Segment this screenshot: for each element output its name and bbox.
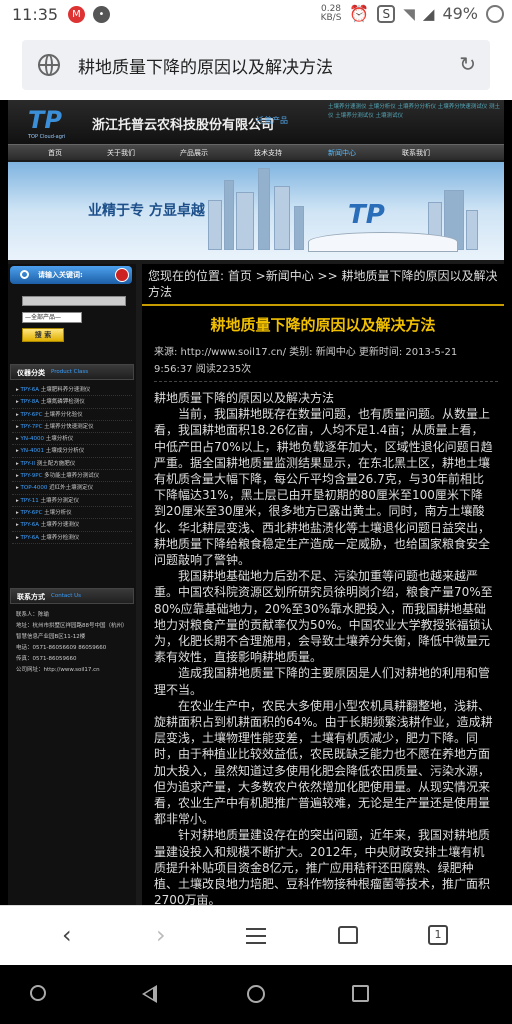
chat-icon: •	[93, 6, 110, 23]
header-keyword-links[interactable]: 土壤养分速测仪 土壤分析仪 土壤养分分析仪 土壤养分快速测试仪 测土仪 土壤养分…	[328, 103, 500, 121]
nav-contact[interactable]: 联系我们	[402, 148, 430, 158]
hero-banner: TP 业精于专 方显卓越	[8, 162, 504, 260]
contact-header: 联系方式 Contact Us	[10, 588, 134, 604]
home-icon[interactable]	[338, 926, 358, 944]
list-item[interactable]: ▸ TPY-6A 土壤养分检测仪	[12, 532, 132, 544]
system-home-icon[interactable]	[247, 985, 265, 1003]
battery-icon	[486, 4, 504, 23]
status-time: 11:35	[12, 5, 59, 24]
paragraph: 在农业生产中，农民大多使用小型农机具耕翻整地，浅耕、旋耕面积占到机耕面积的64%…	[154, 698, 493, 827]
web-viewport[interactable]: TP TOP Cloud-agri 浙江托普云农科技股份有限公司 托普产品 土壤…	[0, 100, 512, 905]
company-name: 浙江托普云农科技股份有限公司	[92, 118, 275, 133]
signal-icon: ◢	[422, 4, 435, 23]
list-item[interactable]: ▸ TPY-8A 土壤氮磷钾检测仪	[12, 396, 132, 409]
list-item[interactable]: ▸ TPY-II 测土配方施肥仪	[12, 458, 132, 471]
menu-icon[interactable]	[246, 928, 266, 949]
article-title: 耕地质量下降的原因以及解决方法	[210, 316, 436, 334]
battery-level: 49%	[442, 4, 478, 23]
banner-slogan: 业精于专 方显卓越	[88, 203, 205, 219]
system-nav-bar	[0, 965, 512, 1024]
nav-products[interactable]: 产品展示	[180, 148, 208, 158]
address-bar[interactable]: 耕地质量下降的原因以及解决方法 ↻	[22, 40, 490, 90]
nav-news[interactable]: 新闻中心	[328, 148, 356, 158]
status-bar: 11:35 M • 0.28 KB/S ⏰ S ◥ ◢ 49%	[0, 0, 512, 30]
alarm-icon: ⏰	[349, 4, 370, 23]
article-meta: 来源: http://www.soil17.cn/ 类别: 新闻中心 更新时间:…	[154, 344, 498, 382]
system-back-icon[interactable]	[142, 985, 157, 1003]
assistant-icon[interactable]	[30, 985, 46, 1001]
wifi-icon: ◥	[403, 4, 415, 23]
paragraph: 我国耕地基础地力后劲不足、污染加重等问题也越来越严重。中国农科院资源区划所研究员…	[154, 569, 493, 665]
list-item[interactable]: ▸ TPY-6A 土壤养分速测仪	[12, 519, 132, 532]
globe-icon	[38, 54, 60, 76]
product-list: ▸ TPY-6A 土壤肥料养分速测仪 ▸ TPY-8A 土壤氮磷钾检测仪 ▸ T…	[12, 384, 132, 544]
nav-support[interactable]: 技术支持	[254, 148, 282, 158]
forward-chevron-icon[interactable]: ›	[156, 921, 166, 949]
divider	[142, 304, 504, 306]
site-header: TP TOP Cloud-agri 浙江托普云农科技股份有限公司 托普产品 土壤…	[8, 100, 504, 144]
list-item[interactable]: ▸ TPY-6A 土壤肥料养分速测仪	[12, 384, 132, 397]
paragraph: 造成我国耕地质量下降的主要原因是人们对耕地的利用和管理不当。	[154, 666, 491, 697]
browser-toolbar: 耕地质量下降的原因以及解决方法 ↻	[0, 30, 512, 100]
search-label: 请输入关键词:	[38, 271, 83, 279]
list-item[interactable]: ▸ YN-4001 土壤成分分析仪	[12, 445, 132, 458]
search-header: 请输入关键词:	[10, 266, 132, 284]
logo-mark: TP	[28, 106, 62, 134]
list-item[interactable]: ▸ TPY-11 土壤养分测定仪	[12, 495, 132, 507]
network-speed: 0.28 KB/S	[320, 3, 342, 23]
website: TP TOP Cloud-agri 浙江托普云农科技股份有限公司 托普产品 土壤…	[8, 100, 504, 905]
list-item[interactable]: ▸ TPY-6PC 土壤分析仪	[12, 507, 132, 520]
logo-subtitle: TOP Cloud-agri	[28, 134, 66, 140]
paragraph: 针对耕地质量建设存在的突出问题，近年来，我国对耕地质量建设投入和规模不断扩大。2…	[154, 828, 491, 905]
company-logo[interactable]: TP TOP Cloud-agri	[28, 106, 78, 142]
browser-bottom-nav: ‹ › 1	[0, 905, 512, 965]
paragraph: 耕地质量下降的原因以及解决方法	[154, 391, 335, 405]
list-item[interactable]: ▸ TPY-6PC 土壤养分化验仪	[12, 409, 132, 421]
product-class-header: 仪器分类 Product Class	[10, 364, 134, 380]
nav-home[interactable]: 首页	[48, 148, 62, 158]
site-nav: 首页 关于我们 产品展示 技术支持 新闻中心 联系我们	[8, 144, 504, 160]
list-item[interactable]: ▸ TPY-9PC 多功能土壤养分测试仪	[12, 470, 132, 483]
s-app-icon: S	[377, 4, 396, 23]
tabs-button[interactable]: 1	[428, 925, 448, 945]
recent-apps-icon[interactable]	[352, 985, 369, 1002]
search-input[interactable]	[22, 296, 126, 306]
search-icon	[20, 270, 29, 279]
article-body: 耕地质量下降的原因以及解决方法 当前，我国耕地既存在数量问题，也有质量问题。从数…	[154, 390, 494, 905]
list-item[interactable]: ▸ TPY-7PC 土壤养分快速测定仪	[12, 421, 132, 434]
open-book-graphic	[308, 232, 458, 252]
banner-logo: TP	[348, 200, 385, 230]
nav-about[interactable]: 关于我们	[107, 148, 135, 158]
page-title-in-address-bar[interactable]: 耕地质量下降的原因以及解决方法	[78, 53, 333, 78]
article-area: 您现在的位置: 首页 >新闻中心 >> 耕地质量下降的原因以及解决方法 耕地质量…	[142, 264, 504, 905]
list-item[interactable]: ▸ TOP-4000 近红外土壤测定仪	[12, 482, 132, 495]
header-tag: 托普产品	[256, 116, 288, 125]
search-button[interactable]: 搜 索	[22, 328, 64, 342]
list-item[interactable]: ▸ YN-4000 土壤分析仪	[12, 433, 132, 446]
reload-icon[interactable]: ↻	[459, 52, 476, 76]
mcdonalds-icon: M	[68, 6, 85, 23]
paragraph: 当前，我国耕地既存在数量问题，也有质量问题。从数量上看，我国耕地面积18.26亿…	[154, 407, 493, 568]
close-icon[interactable]	[115, 268, 129, 282]
contact-info: 联系人：陈瑜 地址：杭州市拱墅区祥园路88号中国（杭州）智慧信息产业园B区11-…	[16, 612, 128, 673]
breadcrumb[interactable]: 您现在的位置: 首页 >新闻中心 >> 耕地质量下降的原因以及解决方法	[148, 268, 500, 300]
category-select[interactable]: —全部产品—	[22, 312, 82, 323]
back-chevron-icon[interactable]: ‹	[62, 921, 72, 949]
sidebar: 请输入关键词: —全部产品— 搜 索 仪器分类 Product Class ▸ …	[8, 264, 136, 905]
